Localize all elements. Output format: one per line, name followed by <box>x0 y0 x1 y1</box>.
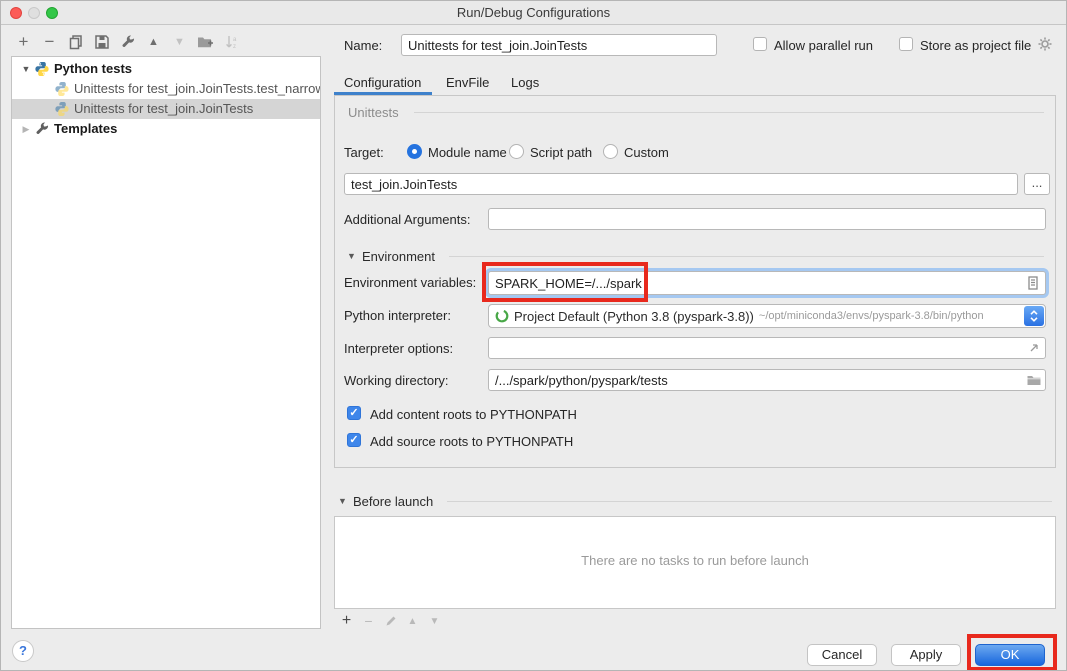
additional-arguments-input[interactable] <box>488 208 1046 230</box>
name-input[interactable] <box>401 34 717 56</box>
add-content-roots-label: Add content roots to PYTHONPATH <box>370 407 577 422</box>
tree-item-unittests-test-narrow[interactable]: Unittests for test_join.JoinTests.test_n… <box>12 79 320 99</box>
cancel-button[interactable]: Cancel <box>807 644 877 666</box>
add-task-icon[interactable]: + <box>339 614 354 629</box>
environment-collapse-triangle[interactable]: ▼ <box>347 251 356 261</box>
store-as-project-file-checkbox[interactable] <box>899 37 913 51</box>
configurations-tree: ▼ Python tests Unittests for test_join.J… <box>11 56 321 629</box>
tree-item-templates[interactable]: ▶ Templates <box>12 119 320 139</box>
tab-envfile[interactable]: EnvFile <box>446 71 489 95</box>
ok-button[interactable]: OK <box>975 644 1045 666</box>
before-launch-toolbar: + − ▲ ▼ <box>339 612 442 630</box>
python-interpreter-select[interactable]: Project Default (Python 3.8 (pyspark-3.8… <box>488 304 1046 328</box>
move-task-down-icon: ▼ <box>427 614 442 629</box>
sort-configurations-icon: az <box>223 34 240 51</box>
python-interpreter-value: Project Default (Python 3.8 (pyspark-3.8… <box>514 309 754 324</box>
edit-task-icon <box>383 614 398 629</box>
target-module-name-label[interactable]: Module name <box>428 145 507 160</box>
move-up-icon[interactable]: ▲ <box>145 34 162 51</box>
folder-icon[interactable] <box>1026 372 1042 388</box>
add-source-roots-checkbox[interactable]: ✓ <box>347 433 361 447</box>
save-configuration-icon[interactable] <box>93 34 110 51</box>
tree-item-label: Python tests <box>54 59 132 79</box>
wrench-icon <box>34 121 50 137</box>
before-launch-empty-message: There are no tasks to run before launch <box>335 553 1055 568</box>
gear-icon[interactable] <box>1037 36 1053 52</box>
environment-variables-label: Environment variables: <box>344 275 476 290</box>
conda-environment-icon <box>494 308 510 324</box>
tree-item-label: Unittests for test_join.JoinTests.test_n… <box>74 79 320 99</box>
target-custom-label[interactable]: Custom <box>624 145 669 160</box>
collapsed-triangle-icon[interactable]: ▶ <box>20 119 32 139</box>
add-content-roots-checkbox[interactable]: ✓ <box>347 406 361 420</box>
target-script-path-label[interactable]: Script path <box>530 145 592 160</box>
apply-button[interactable]: Apply <box>891 644 961 666</box>
environment-section-title: Environment <box>362 249 435 264</box>
unittests-section-title: Unittests <box>348 105 399 120</box>
remove-configuration-icon[interactable]: − <box>41 34 58 51</box>
working-directory-label: Working directory: <box>344 373 449 388</box>
move-task-up-icon: ▲ <box>405 614 420 629</box>
before-launch-section-title: Before launch <box>353 494 433 509</box>
working-directory-input[interactable] <box>488 369 1046 391</box>
store-as-project-file-label: Store as project file <box>920 38 1031 53</box>
target-label: Target: <box>344 145 384 160</box>
tab-logs[interactable]: Logs <box>511 71 539 95</box>
configurations-toolbar: + − ▲ ▼ az <box>15 32 240 52</box>
tree-item-label: Unittests for test_join.JoinTests <box>74 99 253 119</box>
svg-text:z: z <box>233 44 236 50</box>
allow-parallel-run-label: Allow parallel run <box>774 38 873 53</box>
remove-task-icon: − <box>361 614 376 629</box>
expand-field-icon[interactable] <box>1027 341 1043 357</box>
allow-parallel-run-checkbox[interactable] <box>753 37 767 51</box>
target-script-path-radio[interactable] <box>509 144 524 159</box>
copy-configuration-icon[interactable] <box>67 34 84 51</box>
edit-templates-icon[interactable] <box>119 34 136 51</box>
environment-variables-input[interactable] <box>488 271 1046 295</box>
tree-item-python-tests[interactable]: ▼ Python tests <box>12 59 320 79</box>
target-input[interactable] <box>344 173 1018 195</box>
target-module-name-radio[interactable] <box>407 144 422 159</box>
add-source-roots-label: Add source roots to PYTHONPATH <box>370 434 573 449</box>
edit-environment-variables-icon[interactable] <box>1025 275 1041 291</box>
tree-item-label: Templates <box>54 119 117 139</box>
combobox-spinner-icon[interactable] <box>1024 306 1044 326</box>
add-configuration-icon[interactable]: + <box>15 34 32 51</box>
additional-arguments-label: Additional Arguments: <box>344 212 470 227</box>
python-interpreter-label: Python interpreter: <box>344 308 451 323</box>
svg-text:a: a <box>233 37 237 43</box>
python-icon <box>54 81 70 97</box>
move-down-icon: ▼ <box>171 34 188 51</box>
help-button[interactable]: ? <box>12 640 34 662</box>
python-icon <box>54 101 70 117</box>
before-launch-collapse-triangle[interactable]: ▼ <box>338 496 347 506</box>
browse-target-button[interactable]: ... <box>1024 173 1050 195</box>
before-launch-tasks-list[interactable]: There are no tasks to run before launch <box>334 516 1056 609</box>
python-interpreter-path: ~/opt/miniconda3/envs/pyspark-3.8/bin/py… <box>759 310 984 322</box>
name-label: Name: <box>344 38 382 53</box>
tree-item-unittests-jointests[interactable]: Unittests for test_join.JoinTests <box>12 99 320 119</box>
new-folder-icon[interactable] <box>197 34 214 51</box>
python-icon <box>34 61 50 77</box>
window-title: Run/Debug Configurations <box>1 5 1066 20</box>
target-custom-radio[interactable] <box>603 144 618 159</box>
expanded-triangle-icon[interactable]: ▼ <box>20 59 32 79</box>
title-bar: Run/Debug Configurations <box>1 1 1066 25</box>
interpreter-options-label: Interpreter options: <box>344 341 453 356</box>
run-debug-configurations-dialog: Run/Debug Configurations + − ▲ ▼ az ▼ <box>0 0 1067 671</box>
interpreter-options-input[interactable] <box>488 337 1046 359</box>
